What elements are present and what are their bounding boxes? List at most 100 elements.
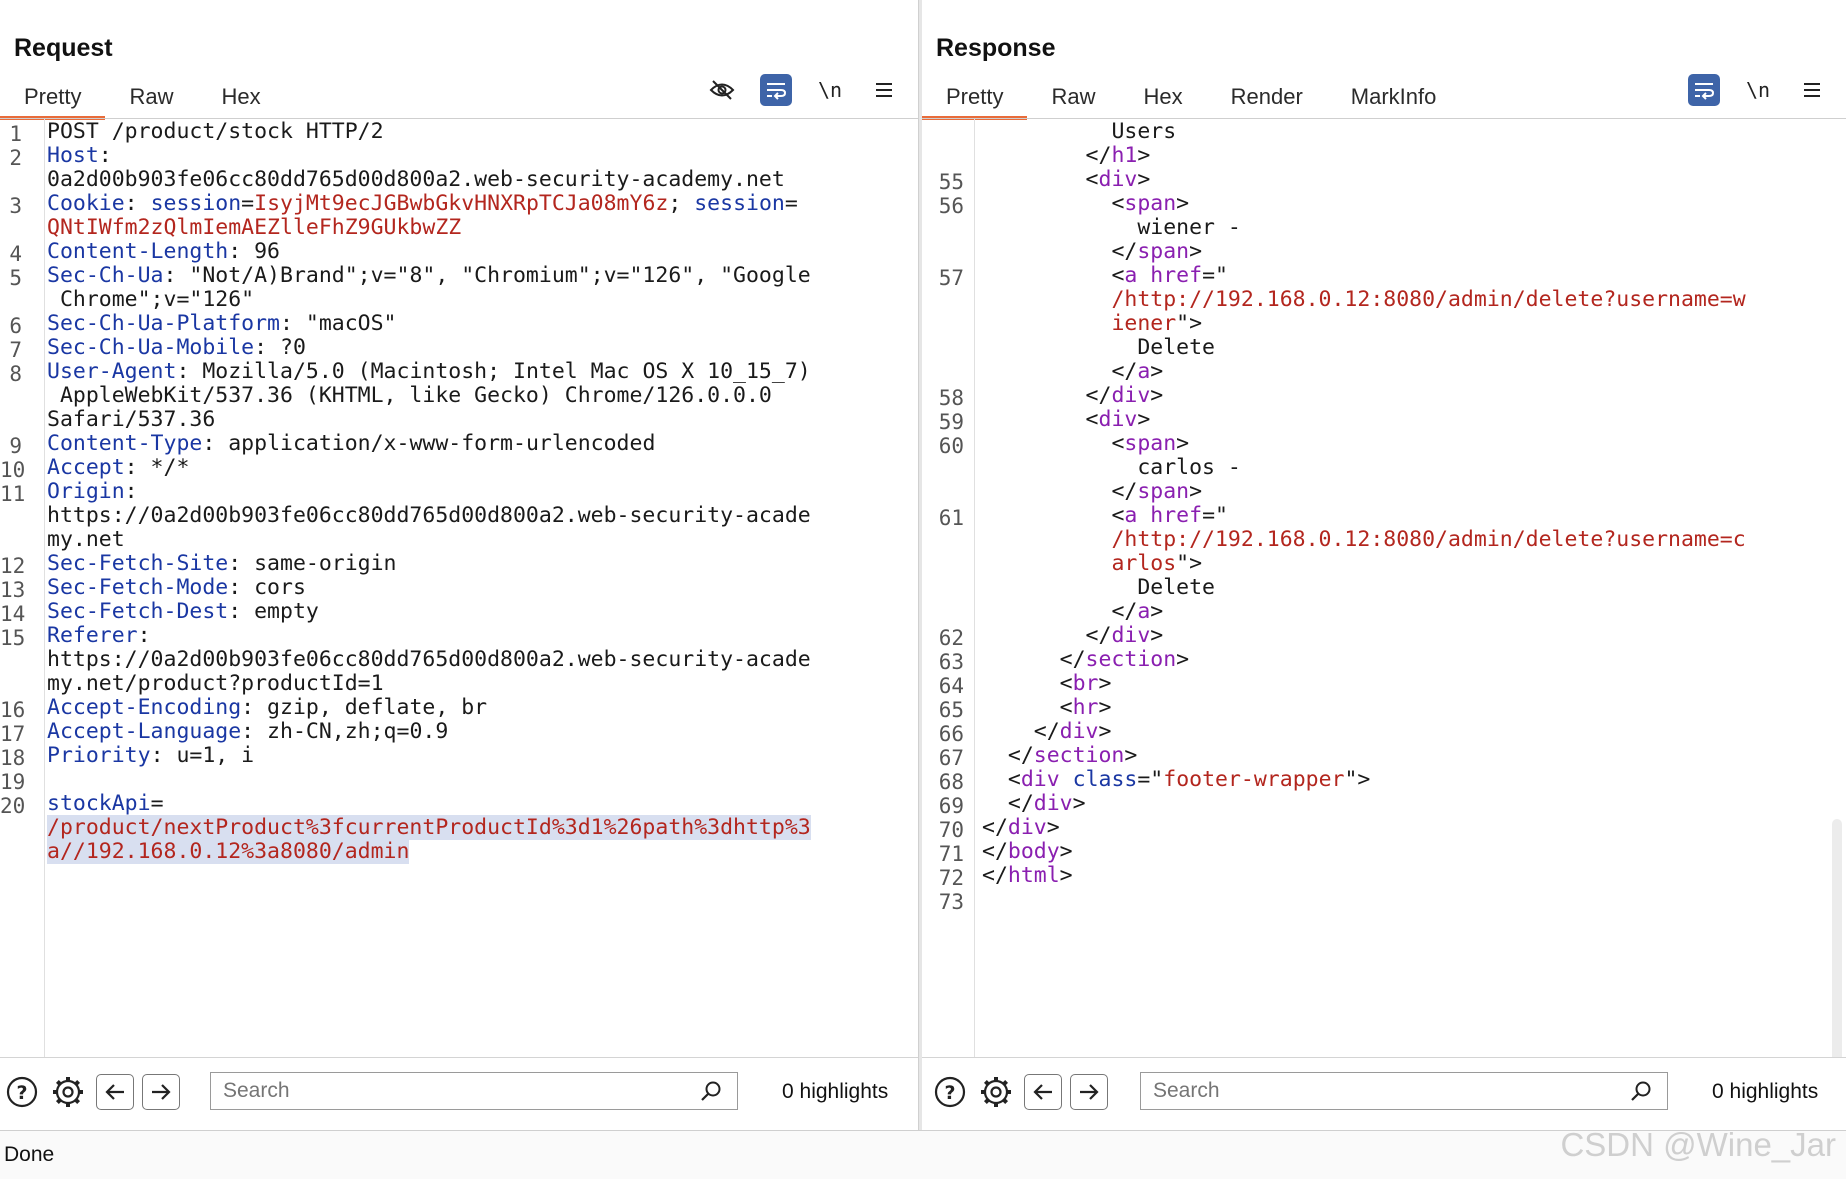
line-number: 8 [9, 362, 22, 386]
line-number: 69 [938, 794, 964, 818]
code-token: : u=1, i [150, 743, 255, 768]
code-token: : gzip, deflate, br [241, 695, 488, 720]
code-token: stockApi [47, 791, 151, 816]
previous-match-button[interactable] [96, 1074, 134, 1110]
response-search-input[interactable] [1140, 1072, 1668, 1110]
code-token: Delete [1137, 575, 1215, 600]
code-token: < [1085, 407, 1099, 432]
code-token: "> [1176, 311, 1203, 336]
line-number: 3 [9, 194, 22, 218]
line-number: 4 [9, 242, 22, 266]
previous-match-button[interactable] [1024, 1074, 1062, 1110]
code-token: Origin [47, 479, 125, 504]
code-token: hr [1072, 695, 1099, 720]
code-line: Priority: u=1, i [47, 743, 254, 768]
settings-gear-icon[interactable] [50, 1074, 86, 1110]
request-editor[interactable]: 1 POST /product/stock HTTP/2 2 Host: 0a2d00b… [0, 119, 918, 1057]
response-search-bar: ? 0 highlights [922, 1057, 1846, 1131]
code-token: class [1072, 767, 1138, 792]
code-token: = [241, 191, 255, 216]
code-token: /product/nextProduct%3fcurrentProductId%… [47, 815, 811, 840]
menu-icon[interactable] [1796, 74, 1828, 106]
newline-toggle-icon[interactable]: \n [1742, 74, 1774, 106]
code-line: QNtIWfm2zQlmIemAEZlleFhZ9GUkbwZZ [47, 215, 461, 240]
code-line: </div> [1086, 623, 1164, 648]
line-number: 65 [938, 698, 964, 722]
line-number: 19 [0, 770, 26, 794]
help-icon[interactable]: ? [932, 1074, 968, 1110]
code-line: </span> [1111, 239, 1202, 264]
code-token: > [1150, 383, 1164, 408]
line-number: 12 [0, 554, 26, 578]
response-tab-pretty[interactable]: Pretty [922, 76, 1028, 120]
code-token: Users [1111, 119, 1177, 144]
newline-toggle-icon[interactable]: \n [814, 74, 846, 106]
help-icon[interactable]: ? [4, 1074, 40, 1110]
code-line: </div> [1034, 719, 1112, 744]
request-tab-raw[interactable]: Raw [105, 76, 197, 118]
svg-text:?: ? [944, 1082, 955, 1104]
code-token: < [1059, 671, 1073, 696]
request-pane: Request Pretty Raw Hex \n 1 POST /product… [0, 0, 918, 1131]
code-token: div [1111, 623, 1151, 648]
next-match-button[interactable] [142, 1074, 180, 1110]
response-tab-raw[interactable]: Raw [1027, 76, 1119, 118]
code-token: "> [1344, 767, 1371, 792]
response-scrollbar[interactable] [1832, 819, 1842, 1057]
code-token: > [1150, 359, 1164, 384]
menu-icon[interactable] [868, 74, 900, 106]
code-token: </ [1085, 143, 1112, 168]
code-token: =" [1137, 767, 1164, 792]
code-token: : [98, 143, 112, 168]
settings-gear-icon[interactable] [978, 1074, 1014, 1110]
code-line: </span> [1111, 479, 1202, 504]
code-line: User-Agent: Mozilla/5.0 (Macintosh; Inte… [47, 359, 811, 384]
response-tab-markinfo[interactable]: MarkInfo [1327, 76, 1461, 118]
code-token: > [1189, 479, 1203, 504]
code-token: </ [982, 839, 1008, 864]
next-match-button[interactable] [1070, 1074, 1108, 1110]
wrap-icon[interactable] [1688, 74, 1720, 106]
code-token: < [1086, 119, 1099, 120]
code-token: div [1059, 719, 1099, 744]
code-token: > [1137, 407, 1151, 432]
code-line: Sec-Ch-Ua-Mobile: ?0 [47, 335, 306, 360]
code-token: </ [1059, 647, 1086, 672]
line-number: 71 [938, 842, 964, 866]
code-token: </ [1033, 719, 1060, 744]
code-line: <span> [1111, 431, 1189, 456]
code-line: carlos - [1137, 455, 1241, 480]
code-token: Sec-Ch-Ua [47, 263, 164, 288]
response-editor[interactable]: 54<h1>Users</h1>55<div>56<span>wiener -<… [922, 119, 1846, 1057]
code-token: </ [982, 863, 1008, 888]
code-token: : 96 [228, 239, 280, 264]
wrap-icon[interactable] [760, 74, 792, 106]
code-line: </div> [982, 815, 1060, 840]
search-icon [1630, 1080, 1652, 1107]
request-tab-pretty[interactable]: Pretty [0, 76, 106, 120]
code-token: my.net/product?productId=1 [47, 671, 384, 696]
hide-eye-icon[interactable] [706, 74, 738, 106]
request-search-input[interactable] [210, 1072, 738, 1110]
code-token: br [1072, 671, 1099, 696]
response-tab-render[interactable]: Render [1207, 76, 1327, 118]
response-tab-hex[interactable]: Hex [1119, 76, 1206, 118]
request-tab-hex[interactable]: Hex [197, 76, 284, 118]
code-line: </section> [1008, 743, 1137, 768]
code-token: > [1189, 239, 1203, 264]
code-token: > [1176, 191, 1190, 216]
line-number: 18 [0, 746, 26, 770]
line-number: 54 [922, 119, 964, 122]
code-line: /product/nextProduct%3fcurrentProductId%… [47, 815, 811, 840]
code-token: session [150, 191, 242, 216]
arrow-left-icon [105, 1084, 124, 1100]
code-line: <span> [1111, 191, 1189, 216]
code-token: < [1085, 167, 1099, 192]
watermark: CSDN @Wine_Jar [1560, 1126, 1836, 1163]
code-token: div [1020, 767, 1060, 792]
code-token: Host [47, 143, 99, 168]
code-token: = [150, 791, 164, 816]
code-token: /http://192.168.0.12:8080/admin/delete?u… [1111, 287, 1746, 312]
code-token: section [1033, 743, 1125, 768]
code-token: Sec-Fetch-Mode [47, 575, 229, 600]
